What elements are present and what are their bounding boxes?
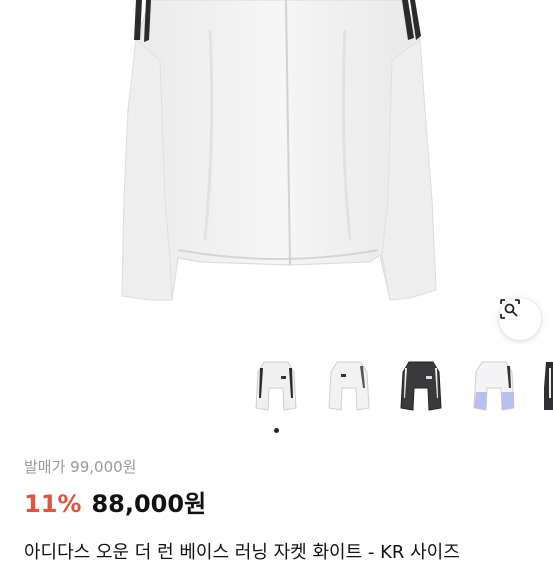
product-title: 아디다스 오운 더 런 베이스 러닝 자켓 화이트 - KR 사이즈 [24,542,460,563]
price-row: 11% 88,000원 [24,484,206,519]
sale-price: 88,000원 [91,490,207,518]
gallery-page-indicator [274,428,279,433]
thumbnail-white-lavender-jacket[interactable] [465,358,523,416]
thumbnail-image [400,361,442,411]
thumbnail-white-black-stripes[interactable] [247,358,305,416]
thumbnail-strip [0,355,553,425]
thumbnail-black-jacket[interactable] [392,358,450,416]
thumbnail-image [544,362,553,410]
visual-search-button[interactable] [499,298,541,340]
visual-search-icon [500,299,520,319]
jacket-photo [121,0,437,301]
thumbnail-black-jacket-partial[interactable] [538,358,553,416]
original-price: 발매가 99,000원 [24,458,137,476]
thumbnail-image [255,361,297,411]
thumbnail-image [328,361,370,411]
thumbnail-white-jacket[interactable] [320,358,378,416]
thumbnail-image [473,361,515,411]
product-hero-image[interactable] [0,0,553,345]
discount-rate: 11% [24,490,82,518]
